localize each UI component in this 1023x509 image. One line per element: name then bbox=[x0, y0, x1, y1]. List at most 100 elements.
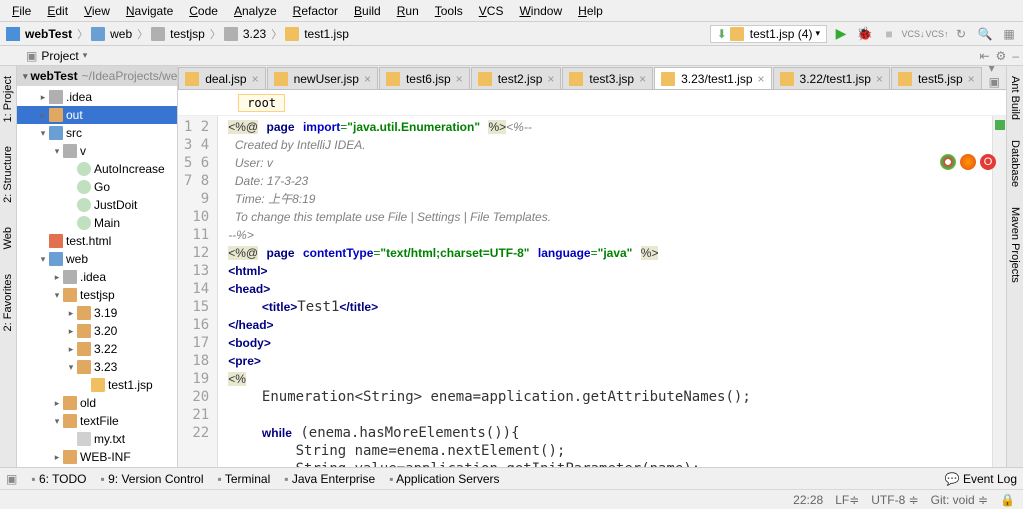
menu-help[interactable]: Help bbox=[570, 2, 611, 20]
chrome-icon[interactable] bbox=[940, 154, 956, 170]
menu-code[interactable]: Code bbox=[181, 2, 226, 20]
left-tab-web[interactable]: Web bbox=[0, 221, 16, 255]
right-tab-database[interactable]: Database bbox=[1007, 134, 1023, 193]
tree-item[interactable]: ▸3.20 bbox=[17, 322, 177, 340]
menu-run[interactable]: Run bbox=[389, 2, 427, 20]
menu-file[interactable]: File bbox=[4, 2, 39, 20]
tree-root-row[interactable]: ▾ webTest ~/IdeaProjects/webTes bbox=[17, 66, 177, 86]
editor-tab[interactable]: 3.22/test1.jsp× bbox=[773, 67, 890, 89]
close-tab-icon[interactable]: × bbox=[547, 72, 554, 86]
stop-button[interactable]: ■ bbox=[879, 24, 899, 44]
tree-item[interactable]: AutoIncrease bbox=[17, 160, 177, 178]
tree-item[interactable]: ▸old bbox=[17, 394, 177, 412]
editor-crumb-root[interactable]: root bbox=[238, 94, 285, 112]
firefox-icon[interactable] bbox=[960, 154, 976, 170]
tree-item[interactable]: my.txt bbox=[17, 430, 177, 448]
tree-item[interactable]: test.html bbox=[17, 232, 177, 250]
close-tab-icon[interactable]: × bbox=[968, 72, 975, 86]
menu-vcs[interactable]: VCS bbox=[471, 2, 512, 20]
breadcrumb-item[interactable]: webTest bbox=[4, 27, 76, 41]
close-tab-icon[interactable]: × bbox=[876, 72, 883, 86]
menu-analyze[interactable]: Analyze bbox=[226, 2, 285, 20]
bottom-tab-6-todo[interactable]: ▪ 6: TODO bbox=[31, 472, 86, 486]
editor-tab[interactable]: test6.jsp× bbox=[379, 67, 470, 89]
close-tab-icon[interactable]: × bbox=[758, 72, 765, 86]
tree-item[interactable]: ▸.idea bbox=[17, 88, 177, 106]
line-separator[interactable]: LF≑ bbox=[835, 493, 859, 507]
breadcrumb-item[interactable]: testjsp bbox=[149, 27, 209, 41]
code-content[interactable]: <%@ page import="java.util.Enumeration" … bbox=[218, 116, 992, 467]
close-tab-icon[interactable]: × bbox=[364, 72, 371, 86]
left-tab-2-favorites[interactable]: 2: Favorites bbox=[0, 268, 16, 337]
close-tab-icon[interactable]: × bbox=[639, 72, 646, 86]
vcs-commit-icon[interactable]: VCS↑ bbox=[927, 24, 947, 44]
menu-edit[interactable]: Edit bbox=[39, 2, 76, 20]
tree-item[interactable]: Main bbox=[17, 214, 177, 232]
tree-item[interactable]: ▸3.22 bbox=[17, 340, 177, 358]
bottom-tab-java-enterprise[interactable]: ▪ Java Enterprise bbox=[284, 472, 375, 486]
inspection-ok-icon bbox=[995, 120, 1005, 130]
breadcrumb-item[interactable]: test1.jsp bbox=[283, 27, 353, 41]
run-config-selector[interactable]: ⬇ test1.jsp (4) ▾ bbox=[710, 25, 827, 43]
tree-item[interactable]: ▾src bbox=[17, 124, 177, 142]
tree-item[interactable]: ▾v bbox=[17, 142, 177, 160]
left-tab-2-structure[interactable]: 2: Structure bbox=[0, 140, 16, 209]
vcs-update-icon[interactable]: VCS↓ bbox=[903, 24, 923, 44]
bottom-tab-application-servers[interactable]: ▪ Application Servers bbox=[389, 472, 499, 486]
editor-tab[interactable]: newUser.jsp× bbox=[267, 67, 378, 89]
menu-tools[interactable]: Tools bbox=[427, 2, 471, 20]
editor-tab[interactable]: test2.jsp× bbox=[471, 67, 562, 89]
hide-icon[interactable]: – bbox=[1012, 49, 1019, 63]
editor-tab-strip: deal.jsp×newUser.jsp×test6.jsp×test2.jsp… bbox=[178, 66, 1006, 90]
tree-item[interactable]: ▸WEB-INF bbox=[17, 448, 177, 466]
menu-build[interactable]: Build bbox=[346, 2, 389, 20]
refresh-icon[interactable]: ↻ bbox=[951, 24, 971, 44]
run-button[interactable]: ▶ bbox=[831, 24, 851, 44]
tree-item[interactable]: ▾testjsp bbox=[17, 286, 177, 304]
project-tree[interactable]: ▸.idea▸out▾src▾vAutoIncreaseGoJustDoitMa… bbox=[17, 86, 177, 467]
menu-window[interactable]: Window bbox=[511, 2, 570, 20]
tree-item[interactable]: ▸.idea bbox=[17, 268, 177, 286]
tree-item[interactable]: ▾3.23 bbox=[17, 358, 177, 376]
tree-item[interactable]: Go bbox=[17, 178, 177, 196]
tree-item[interactable]: ▸out bbox=[17, 106, 177, 124]
tree-item[interactable]: ▸3.19 bbox=[17, 304, 177, 322]
menu-refactor[interactable]: Refactor bbox=[285, 2, 346, 20]
editor-tab[interactable]: deal.jsp× bbox=[178, 67, 265, 89]
tree-item[interactable]: JustDoit bbox=[17, 196, 177, 214]
tree-item[interactable]: ▾textFile bbox=[17, 412, 177, 430]
breadcrumb-item[interactable]: web bbox=[89, 27, 136, 41]
right-tab-maven-projects[interactable]: Maven Projects bbox=[1007, 201, 1023, 289]
lock-icon[interactable]: 🔒 bbox=[1000, 493, 1015, 507]
close-tab-icon[interactable]: × bbox=[252, 72, 259, 86]
opera-icon[interactable]: O bbox=[980, 154, 996, 170]
menu-view[interactable]: View bbox=[76, 2, 118, 20]
caret-position[interactable]: 22:28 bbox=[793, 493, 823, 507]
breadcrumb[interactable]: webTest web testjsp 3.23 test1.jsp bbox=[4, 26, 353, 42]
project-tool-label[interactable]: Project bbox=[41, 49, 78, 63]
menu-navigate[interactable]: Navigate bbox=[118, 2, 181, 20]
right-tab-ant-build[interactable]: Ant Build bbox=[1007, 70, 1023, 126]
bottom-tab-9-version-control[interactable]: ▪ 9: Version Control bbox=[101, 472, 204, 486]
tree-item[interactable]: ▾web bbox=[17, 250, 177, 268]
open-in-browser-icons[interactable]: O bbox=[940, 154, 996, 170]
collapse-icon[interactable]: ⇤ bbox=[979, 49, 989, 63]
editor-tab[interactable]: test5.jsp× bbox=[891, 67, 982, 89]
gear-icon[interactable]: ⚙ bbox=[996, 49, 1007, 63]
git-branch[interactable]: Git: void ≑ bbox=[931, 493, 988, 507]
project-structure-icon[interactable]: ▦ bbox=[999, 24, 1019, 44]
close-tab-icon[interactable]: × bbox=[456, 72, 463, 86]
bottom-tab-terminal[interactable]: ▪ Terminal bbox=[218, 472, 271, 486]
more-tabs-icon[interactable]: ▾ ▣ bbox=[983, 66, 1006, 89]
left-tab-1-project[interactable]: 1: Project bbox=[0, 70, 16, 128]
editor-tab[interactable]: test3.jsp× bbox=[562, 67, 653, 89]
event-log-tab[interactable]: 💬 Event Log bbox=[945, 472, 1017, 486]
jsp-icon bbox=[386, 72, 400, 86]
tree-item[interactable]: test1.jsp bbox=[17, 376, 177, 394]
editor-tab[interactable]: 3.23/test1.jsp× bbox=[654, 67, 771, 89]
file-encoding[interactable]: UTF-8 ≑ bbox=[871, 493, 918, 507]
search-icon[interactable]: 🔍 bbox=[975, 24, 995, 44]
debug-button[interactable]: 🐞 bbox=[855, 24, 875, 44]
tool-window-quickaccess-icon[interactable]: ▣ bbox=[6, 472, 17, 486]
breadcrumb-item[interactable]: 3.23 bbox=[222, 27, 270, 41]
